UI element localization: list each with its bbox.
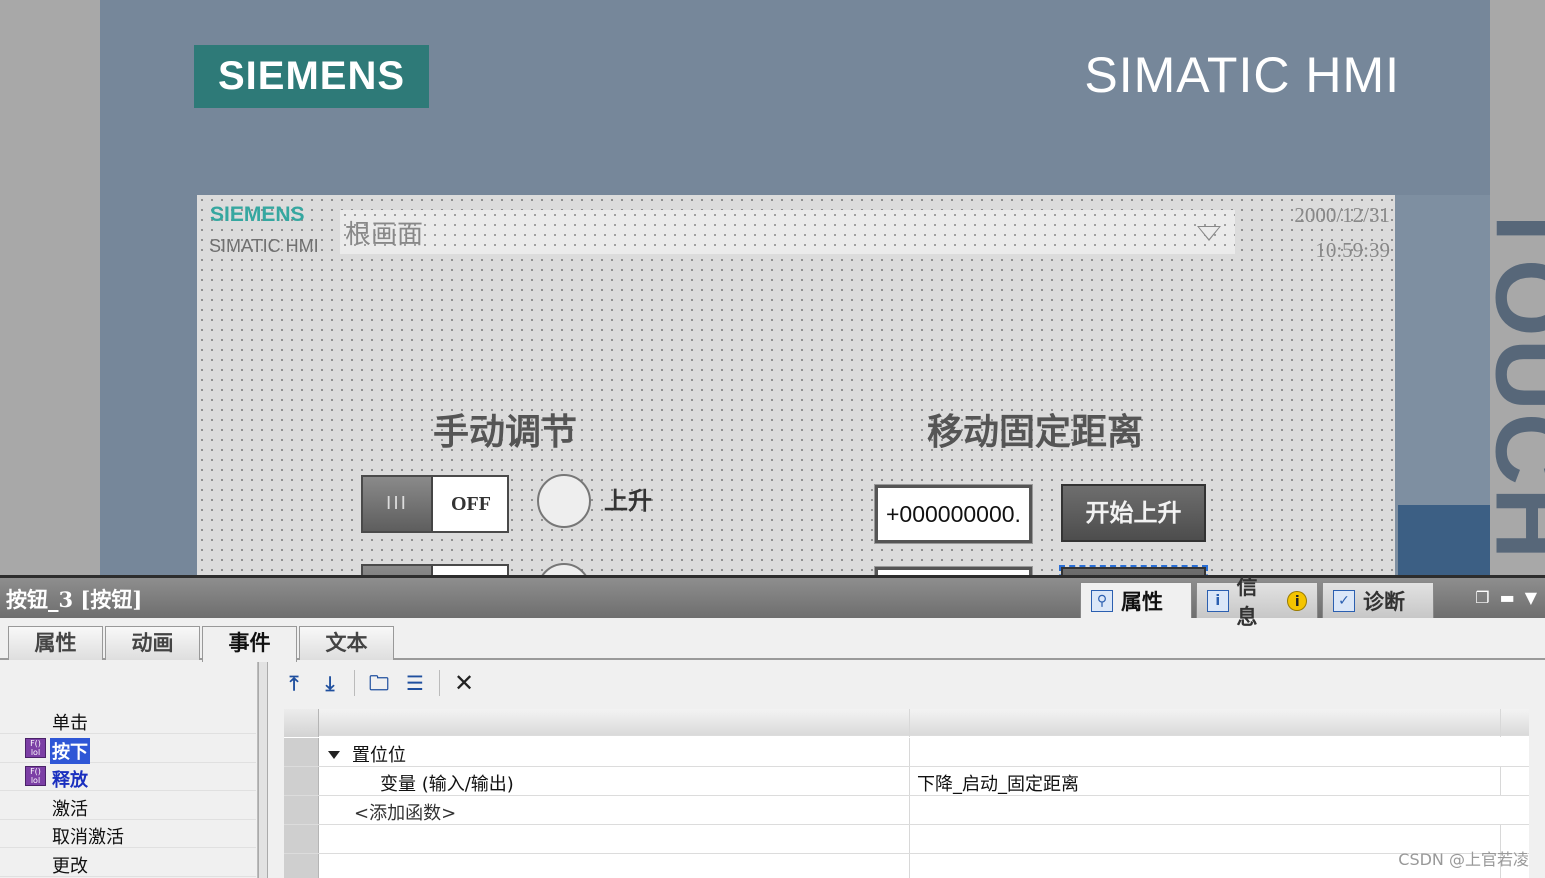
row-handle xyxy=(284,709,319,737)
event-label: 按下 xyxy=(50,738,90,764)
minimize-icon[interactable]: ▬ xyxy=(1500,588,1515,607)
function-list-icon: F() lol xyxy=(25,766,46,786)
param-value-cell[interactable]: 下降_启动_固定距离 xyxy=(911,767,1501,795)
tab-label: 属性 xyxy=(1121,589,1163,614)
io-field-distance[interactable]: +000000000. xyxy=(874,484,1033,544)
hmi-screen[interactable]: SIEMENS SIMATIC HMI 根画面 2000/12/31 10:59… xyxy=(197,195,1395,575)
empty-cell xyxy=(320,854,910,878)
screen-select-value: 根画面 xyxy=(345,220,424,250)
event-label: 释放 xyxy=(52,770,88,791)
function-value-cell xyxy=(911,738,1501,766)
heading-manual: 手动调节 xyxy=(433,411,578,453)
tab-diagnostics[interactable]: ✓ 诊断 xyxy=(1322,582,1434,618)
row-handle[interactable] xyxy=(284,796,319,824)
event-list: 单击 F() lol 按下 F() lol 释放 激活 取消激活 更改 xyxy=(0,662,258,878)
inspector-subtabs: 属性 动画 事件 文本 xyxy=(0,618,1545,662)
switch-state: OFF xyxy=(451,493,491,515)
subtab-texts[interactable]: 文本 xyxy=(299,626,394,660)
tia-portal-window: SIEMENS SIMATIC HMI TOUCH SIEMENS SIMATI… xyxy=(0,0,1545,878)
screen-logo: SIEMENS xyxy=(210,203,305,226)
function-row[interactable]: 置位位 xyxy=(284,738,1529,767)
start-up-button[interactable]: 开始上升 xyxy=(1061,484,1206,542)
switch-up[interactable]: III OFF xyxy=(361,475,509,533)
watermark: CSDN @上官若凌 xyxy=(1398,850,1529,869)
function-name-cell[interactable]: 置位位 xyxy=(320,738,910,766)
subtab-properties[interactable]: 属性 xyxy=(8,626,103,660)
selected-button-3[interactable] xyxy=(1059,565,1208,575)
add-function-cell[interactable]: <添加函数> xyxy=(320,796,910,824)
row-handle[interactable] xyxy=(284,738,319,766)
inspector-window: 按钮_3 [按钮] ⚲ 属性 i 信息 i ✓ 诊断 ❐ ▬ ▼ 属性 动画 事… xyxy=(0,575,1545,878)
switch-knob xyxy=(363,566,433,575)
event-press[interactable]: F() lol 按下 xyxy=(0,735,256,764)
inspector-title: 按钮_3 [按钮] xyxy=(6,587,143,612)
event-change[interactable]: 更改 xyxy=(0,849,256,877)
delete-icon[interactable]: ✕ xyxy=(452,671,476,695)
panel-splitter[interactable] xyxy=(258,662,268,878)
empty-cell xyxy=(320,825,910,853)
screen-date: 2000/12/31 xyxy=(1294,203,1390,227)
info-icon: i xyxy=(1207,589,1229,612)
tab-properties[interactable]: ⚲ 属性 xyxy=(1080,582,1192,618)
grid-header-row xyxy=(284,709,1529,737)
siemens-logo: SIEMENS xyxy=(194,45,429,108)
row-handle[interactable] xyxy=(284,767,319,795)
chevron-down-icon[interactable]: ▼ xyxy=(1525,588,1537,607)
toolbar-separator xyxy=(354,670,355,696)
param-name-cell: 变量 (输入/输出) xyxy=(320,767,910,795)
event-label: 单击 xyxy=(52,713,88,734)
list-icon[interactable]: ☰ xyxy=(403,671,427,695)
grid-header-col2[interactable] xyxy=(911,709,1501,737)
touch-strip-accent xyxy=(1398,505,1490,575)
event-label: 更改 xyxy=(52,856,88,877)
move-up-icon[interactable]: ⤒ xyxy=(282,671,306,695)
hmi-canvas: SIEMENS SIMATIC HMI TOUCH SIEMENS SIMATI… xyxy=(0,0,1545,575)
heading-move-fixed: 移动固定距离 xyxy=(927,411,1144,453)
toolbar-separator xyxy=(439,670,440,696)
move-down-icon[interactable]: ⤓ xyxy=(318,671,342,695)
row-handle xyxy=(284,854,319,878)
info-badge-icon: i xyxy=(1287,590,1307,611)
diagnostics-icon: ✓ xyxy=(1333,589,1355,612)
event-activate[interactable]: 激活 xyxy=(0,792,256,820)
subtab-events[interactable]: 事件 xyxy=(202,626,297,662)
empty-cell xyxy=(911,796,1501,824)
add-function-row[interactable]: <添加函数> xyxy=(284,796,1529,825)
event-release[interactable]: F() lol 释放 xyxy=(0,763,256,791)
switch-knob: III xyxy=(363,477,433,531)
row-handle xyxy=(284,825,319,853)
screen-select-dropdown[interactable]: 根画面 xyxy=(340,210,1235,254)
chevron-down-icon xyxy=(1197,226,1221,241)
empty-row xyxy=(284,854,1529,878)
folder-icon[interactable]: 🗀 xyxy=(367,671,391,695)
subtab-animations[interactable]: 动画 xyxy=(105,626,200,660)
lamp-down[interactable] xyxy=(537,563,591,575)
event-click[interactable]: 单击 xyxy=(0,706,256,734)
expand-triangle-icon[interactable] xyxy=(328,751,340,759)
lamp-up[interactable] xyxy=(537,474,591,528)
inspector-header: 按钮_3 [按钮] ⚲ 属性 i 信息 i ✓ 诊断 ❐ ▬ ▼ xyxy=(0,575,1545,629)
empty-row xyxy=(284,825,1529,854)
function-list-icon: F() lol xyxy=(25,738,46,758)
switch-down[interactable] xyxy=(361,564,509,575)
param-row[interactable]: 变量 (输入/输出) 下降_启动_固定距离 xyxy=(284,767,1529,796)
function-toolbar: ⤒ ⤓ 🗀 ☰ ✕ xyxy=(282,668,476,698)
io-field-value: +000000000. xyxy=(886,501,1021,527)
properties-icon: ⚲ xyxy=(1091,589,1113,612)
function-list-grid: 置位位 变量 (输入/输出) 下降_启动_固定距离 <添加函数> xyxy=(284,709,1529,878)
tab-label: 诊断 xyxy=(1363,589,1405,614)
screen-sublogo: SIMATIC HMI xyxy=(209,236,319,256)
event-label: 激活 xyxy=(52,799,88,820)
lamp-up-label: 上升 xyxy=(604,486,652,515)
function-name: 置位位 xyxy=(352,745,406,766)
device-title: SIMATIC HMI xyxy=(1084,47,1400,103)
grid-header-col1[interactable] xyxy=(320,709,910,737)
window-controls: ❐ ▬ ▼ xyxy=(1475,588,1537,607)
tab-info[interactable]: i 信息 i xyxy=(1196,575,1318,629)
io-field-distance-2[interactable] xyxy=(874,566,1033,575)
restore-icon[interactable]: ❐ xyxy=(1475,588,1489,607)
screen-time: 10:59:39 xyxy=(1315,238,1390,262)
event-deactivate[interactable]: 取消激活 xyxy=(0,820,256,848)
event-label: 取消激活 xyxy=(52,827,124,848)
